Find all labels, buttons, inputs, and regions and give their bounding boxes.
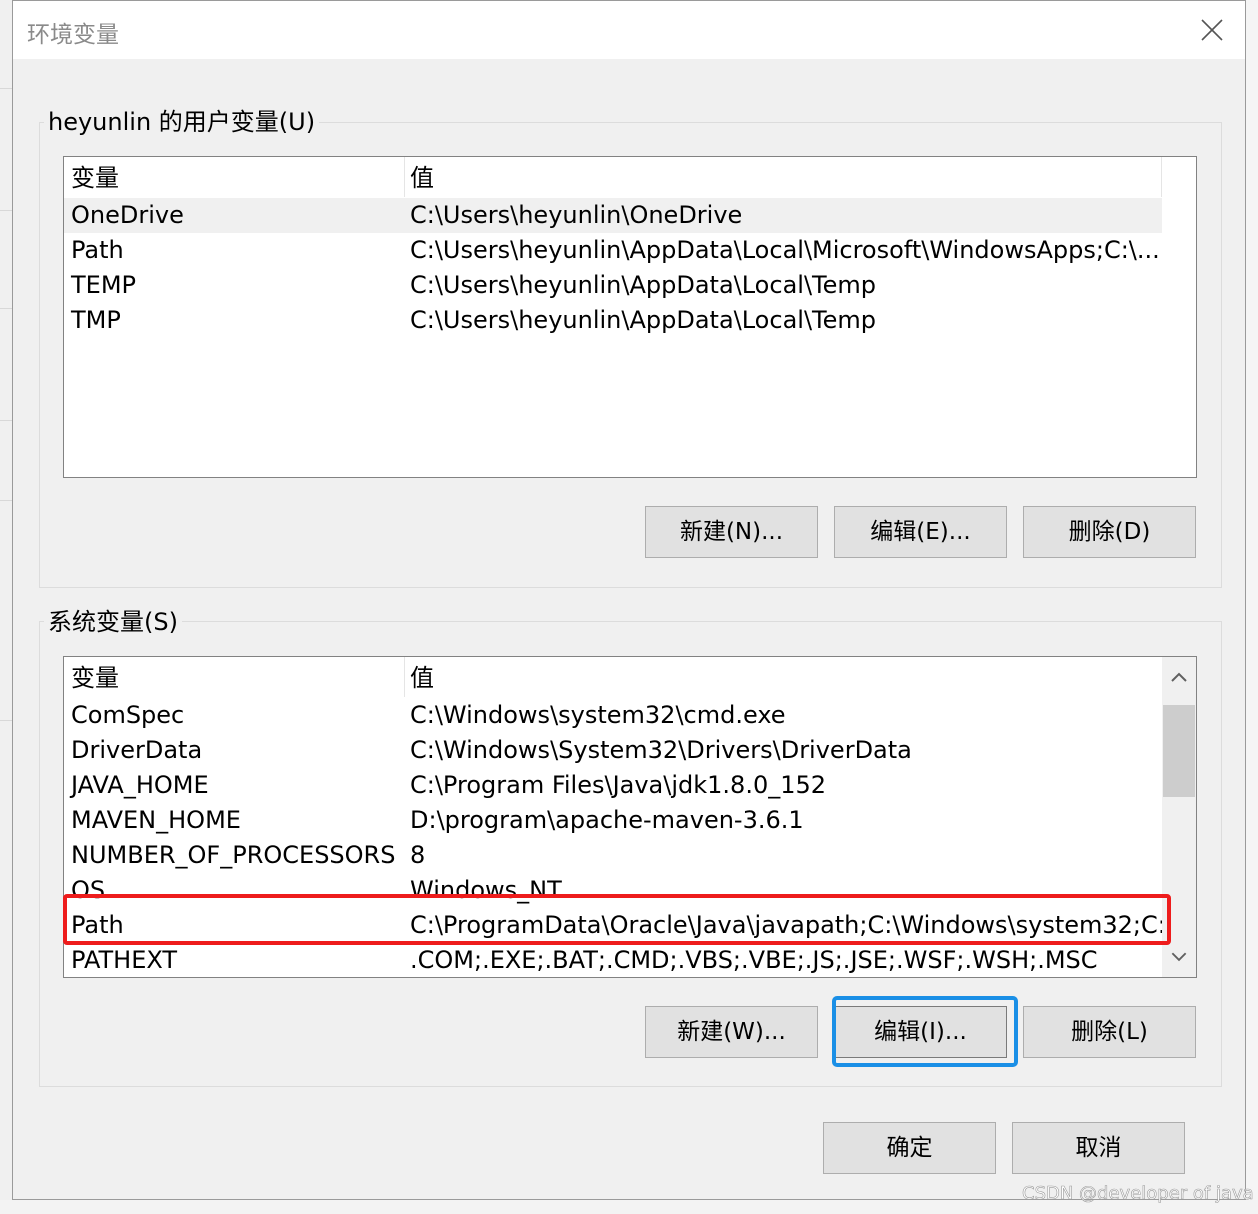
column-header-value[interactable]: 值 xyxy=(410,661,434,696)
table-row[interactable]: MAVEN_HOME D:\program\apache-maven-3.6.1 xyxy=(64,803,1162,838)
user-variables-list[interactable]: 变量 值 OneDrive C:\Users\heyunlin\OneDrive… xyxy=(63,156,1197,478)
scroll-up-icon[interactable] xyxy=(1162,657,1196,697)
window-title: 环境变量 xyxy=(27,22,119,48)
table-row[interactable]: PATHEXT .COM;.EXE;.BAT;.CMD;.VBS;.VBE;.J… xyxy=(64,943,1162,977)
list-header: 变量 值 xyxy=(64,161,1162,196)
table-row[interactable]: DriverData C:\Windows\System32\Drivers\D… xyxy=(64,733,1162,768)
table-row[interactable]: ComSpec C:\Windows\system32\cmd.exe xyxy=(64,698,1162,733)
cancel-button[interactable]: 取消 xyxy=(1012,1122,1185,1174)
user-edit-button[interactable]: 编辑(E)... xyxy=(834,506,1007,558)
user-new-button[interactable]: 新建(N)... xyxy=(645,506,818,558)
table-row[interactable]: NUMBER_OF_PROCESSORS 8 xyxy=(64,838,1162,873)
system-delete-button[interactable]: 删除(L) xyxy=(1023,1006,1196,1058)
system-new-button[interactable]: 新建(W)... xyxy=(645,1006,818,1058)
path-row-highlight xyxy=(63,894,1171,945)
edit-button-highlight xyxy=(832,996,1018,1067)
user-delete-button[interactable]: 删除(D) xyxy=(1023,506,1196,558)
table-row[interactable]: JAVA_HOME C:\Program Files\Java\jdk1.8.0… xyxy=(64,768,1162,803)
column-header-value[interactable]: 值 xyxy=(410,161,434,196)
watermark: CSDN @developer of java xyxy=(1022,1183,1254,1205)
background-window-left xyxy=(0,0,12,1214)
background-window-right xyxy=(1246,0,1258,1214)
user-variables-label: heyunlin 的用户变量(U) xyxy=(44,107,320,137)
environment-variables-dialog: 环境变量 heyunlin 的用户变量(U) 变量 值 OneDrive C:\… xyxy=(12,0,1246,1200)
ok-button[interactable]: 确定 xyxy=(823,1122,996,1174)
title-bar: 环境变量 xyxy=(13,1,1245,59)
list-header: 变量 值 xyxy=(64,661,1162,696)
table-row[interactable]: Path C:\Users\heyunlin\AppData\Local\Mic… xyxy=(64,233,1162,268)
table-row[interactable]: TMP C:\Users\heyunlin\AppData\Local\Temp xyxy=(64,303,1162,338)
column-header-name[interactable]: 变量 xyxy=(71,661,119,696)
table-row[interactable]: TEMP C:\Users\heyunlin\AppData\Local\Tem… xyxy=(64,268,1162,303)
table-row[interactable]: OneDrive C:\Users\heyunlin\OneDrive xyxy=(64,198,1162,233)
close-icon[interactable] xyxy=(1199,17,1225,43)
scroll-thumb[interactable] xyxy=(1163,705,1195,797)
column-header-name[interactable]: 变量 xyxy=(71,161,119,196)
system-variables-label: 系统变量(S) xyxy=(44,607,182,637)
